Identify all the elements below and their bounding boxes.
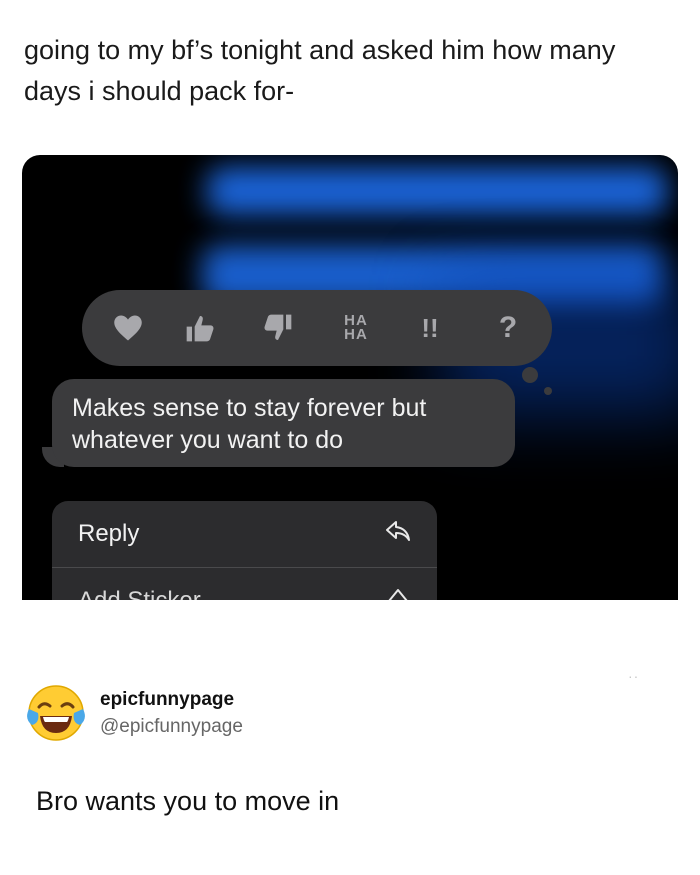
add-sticker-label: Add Sticker xyxy=(78,587,201,600)
add-sticker-menu-item[interactable]: Add Sticker xyxy=(52,568,437,600)
tweet-text: Bro wants you to move in xyxy=(36,786,340,816)
message-bubble[interactable]: Makes sense to stay forever but whatever… xyxy=(52,379,515,467)
tapback-tail-dot xyxy=(522,367,538,383)
tapback-tail-dot xyxy=(544,387,552,395)
post-caption: going to my bf’s tonight and asked him h… xyxy=(24,35,616,106)
haha-icon[interactable]: HA HA xyxy=(328,290,384,366)
blurred-message-bubble xyxy=(207,167,667,215)
thumbs-down-icon[interactable] xyxy=(250,290,306,366)
context-menu: Reply Add Sticker xyxy=(52,501,437,600)
sticker-icon xyxy=(385,587,411,600)
reply-arrow-icon xyxy=(385,520,411,549)
question-icon[interactable]: ? xyxy=(480,290,536,366)
message-line: whatever you want to do xyxy=(72,426,343,454)
haha-bottom: HA xyxy=(344,326,368,343)
avatar[interactable] xyxy=(26,683,86,743)
more-options-icon[interactable]: ·· xyxy=(628,668,639,684)
reply-menu-item[interactable]: Reply xyxy=(52,501,437,567)
account-name[interactable]: epicfunnypage xyxy=(100,689,234,711)
face-with-tears-of-joy-icon xyxy=(27,685,85,741)
emphasize-icon[interactable]: !! xyxy=(402,290,458,366)
reply-label: Reply xyxy=(78,520,140,547)
message-screenshot: HA HA !! ? Makes sense to stay forever b… xyxy=(22,155,678,600)
message-line: Makes sense to stay forever but xyxy=(72,394,427,422)
thumbs-up-icon[interactable] xyxy=(172,290,228,366)
tapback-reaction-bar: HA HA !! ? xyxy=(82,290,552,366)
account-handle[interactable]: @epicfunnypage xyxy=(100,716,243,738)
heart-icon[interactable] xyxy=(100,290,156,366)
